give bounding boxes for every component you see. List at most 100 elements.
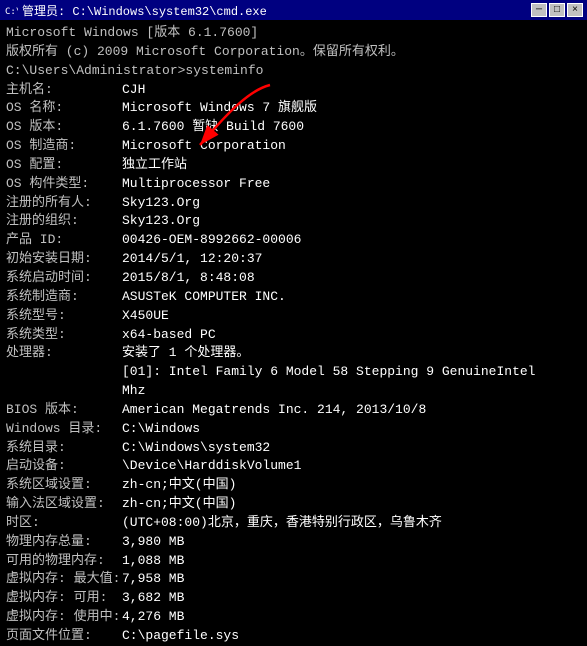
line-value: zh-cn;中文(中国) (122, 495, 236, 514)
line-label: 虚拟内存: 使用中: (6, 608, 122, 627)
terminal-line: 产品 ID:00426-OEM-8992662-00006 (6, 231, 581, 250)
line-value: 2014/5/1, 12:20:37 (122, 250, 262, 269)
line-label (6, 382, 122, 401)
line-label: 输入法区域设置: (6, 495, 122, 514)
terminal-line: 系统目录:C:\Windows\system32 (6, 439, 581, 458)
line-value: Sky123.Org (122, 212, 200, 231)
line-label: 产品 ID: (6, 231, 122, 250)
line-value: Multiprocessor Free (122, 175, 270, 194)
close-button[interactable]: × (567, 3, 583, 17)
terminal-line: 系统启动时间:2015/8/1, 8:48:08 (6, 269, 581, 288)
line-label: 注册的所有人: (6, 194, 122, 213)
line-value: x64-based PC (122, 326, 216, 345)
line-value: 3,682 MB (122, 589, 184, 608)
line-value: zh-cn;中文(中国) (122, 476, 236, 495)
line-value: 独立工作站 (122, 156, 187, 175)
line-label: 处理器: (6, 344, 122, 363)
line-value: (UTC+08:00)北京，重庆，香港特别行政区，乌鲁木齐 (122, 514, 442, 533)
line-value: 安装了 1 个处理器。 (122, 344, 249, 363)
line-value: X450UE (122, 307, 169, 326)
terminal-content: Microsoft Windows [版本 6.1.7600]版权所有 (c) … (0, 20, 587, 646)
line-label: BIOS 版本: (6, 401, 122, 420)
line-value: 2015/8/1, 8:48:08 (122, 269, 255, 288)
terminal-line: 时区:(UTC+08:00)北京，重庆，香港特别行政区，乌鲁木齐 (6, 514, 581, 533)
line-label: 系统制造商: (6, 288, 122, 307)
terminal-line: 虚拟内存: 可用:3,682 MB (6, 589, 581, 608)
terminal-line: 页面文件位置:C:\pagefile.sys (6, 627, 581, 646)
line-value: [01]: Intel Family 6 Model 58 Stepping 9… (122, 363, 535, 382)
terminal-line: 启动设备:\Device\HarddiskVolume1 (6, 457, 581, 476)
line-label (6, 363, 122, 382)
line-label: 时区: (6, 514, 122, 533)
cmd-icon: C:\ (4, 3, 18, 17)
terminal-line: OS 版本:6.1.7600 暂缺 Build 7600 (6, 118, 581, 137)
terminal-line: C:\Users\Administrator>systeminfo (6, 62, 581, 81)
window-title: 管理员: C:\Windows\system32\cmd.exe (22, 2, 267, 19)
line-label: 物理内存总量: (6, 533, 122, 552)
terminal-line: OS 制造商:Microsoft Corporation (6, 137, 581, 156)
line-value: C:\pagefile.sys (122, 627, 239, 646)
maximize-button[interactable]: □ (549, 3, 565, 17)
minimize-button[interactable]: ─ (531, 3, 547, 17)
terminal-line: Windows 目录:C:\Windows (6, 420, 581, 439)
line-label: 注册的组织: (6, 212, 122, 231)
terminal-line: 注册的组织:Sky123.Org (6, 212, 581, 231)
line-value: 3,980 MB (122, 533, 184, 552)
line-value: 4,276 MB (122, 608, 184, 627)
line-label: 启动设备: (6, 457, 122, 476)
line-label: OS 名称: (6, 99, 122, 118)
line-value: Microsoft Windows 7 旗舰版 (122, 99, 317, 118)
line-value: 6.1.7600 暂缺 Build 7600 (122, 118, 304, 137)
terminal-line: 注册的所有人:Sky123.Org (6, 194, 581, 213)
line-label: OS 制造商: (6, 137, 122, 156)
terminal-line: [01]: Intel Family 6 Model 58 Stepping 9… (6, 363, 581, 382)
line-value: C:\Windows (122, 420, 200, 439)
terminal-line: Mhz (6, 382, 581, 401)
terminal-line: 系统制造商:ASUSTeK COMPUTER INC. (6, 288, 581, 307)
terminal-line: 初始安装日期:2014/5/1, 12:20:37 (6, 250, 581, 269)
terminal-line: BIOS 版本:American Megatrends Inc. 214, 20… (6, 401, 581, 420)
line-label: 主机名: (6, 81, 122, 100)
line-label: OS 构件类型: (6, 175, 122, 194)
line-value: ASUSTeK COMPUTER INC. (122, 288, 286, 307)
line-value: Sky123.Org (122, 194, 200, 213)
terminal-line: 版权所有 (c) 2009 Microsoft Corporation。保留所有… (6, 43, 581, 62)
terminal-line: 物理内存总量:3,980 MB (6, 533, 581, 552)
line-value: Microsoft Corporation (122, 137, 286, 156)
line-value: 00426-OEM-8992662-00006 (122, 231, 301, 250)
line-label: 虚拟内存: 最大值: (6, 570, 122, 589)
line-label: 系统型号: (6, 307, 122, 326)
line-label: 系统类型: (6, 326, 122, 345)
svg-text:C:\: C:\ (5, 7, 18, 17)
line-label: 虚拟内存: 可用: (6, 589, 122, 608)
terminal-line: 虚拟内存: 最大值:7,958 MB (6, 570, 581, 589)
terminal-line: 输入法区域设置:zh-cn;中文(中国) (6, 495, 581, 514)
line-value: Mhz (122, 382, 145, 401)
terminal-line: 主机名:CJH (6, 81, 581, 100)
terminal-line: Microsoft Windows [版本 6.1.7600] (6, 24, 581, 43)
terminal-line: OS 构件类型:Multiprocessor Free (6, 175, 581, 194)
line-label: 系统目录: (6, 439, 122, 458)
terminal-line: 系统型号:X450UE (6, 307, 581, 326)
title-bar: C:\ 管理员: C:\Windows\system32\cmd.exe ─ □… (0, 0, 587, 20)
line-value: \Device\HarddiskVolume1 (122, 457, 301, 476)
line-label: 系统区域设置: (6, 476, 122, 495)
terminal-line: 系统类型:x64-based PC (6, 326, 581, 345)
line-label: 系统启动时间: (6, 269, 122, 288)
terminal-line: 系统区域设置:zh-cn;中文(中国) (6, 476, 581, 495)
line-value: American Megatrends Inc. 214, 2013/10/8 (122, 401, 426, 420)
line-label: 可用的物理内存: (6, 552, 122, 571)
line-value: 1,088 MB (122, 552, 184, 571)
line-label: Windows 目录: (6, 420, 122, 439)
line-value: C:\Windows\system32 (122, 439, 270, 458)
terminal-line: 虚拟内存: 使用中:4,276 MB (6, 608, 581, 627)
line-label: 初始安装日期: (6, 250, 122, 269)
terminal-line: OS 名称:Microsoft Windows 7 旗舰版 (6, 99, 581, 118)
terminal-line: OS 配置:独立工作站 (6, 156, 581, 175)
line-value: 7,958 MB (122, 570, 184, 589)
terminal-line: 可用的物理内存:1,088 MB (6, 552, 581, 571)
line-label: OS 配置: (6, 156, 122, 175)
line-value: CJH (122, 81, 145, 100)
line-label: 页面文件位置: (6, 627, 122, 646)
line-label: OS 版本: (6, 118, 122, 137)
